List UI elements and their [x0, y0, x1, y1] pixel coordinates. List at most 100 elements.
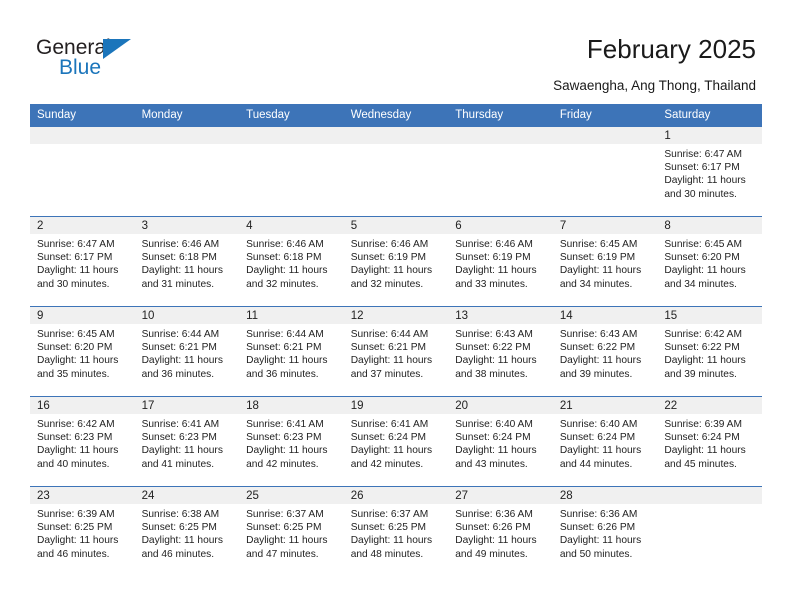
- sunrise-text: Sunrise: 6:43 AM: [455, 329, 533, 340]
- daylight-text-line2: and 39 minutes.: [664, 368, 737, 380]
- calendar-day-cell-empty: [239, 126, 344, 217]
- day-number: 23: [30, 487, 135, 504]
- calendar-day-cell[interactable]: 28 Sunrise: 6:36 AM Sunset: 6:26 PM Dayligh…: [552, 486, 658, 577]
- daylight-text-line2: and 35 minutes.: [37, 368, 110, 380]
- sunrise-text: Sunrise: 6:42 AM: [37, 419, 115, 430]
- daylight-text-line1: Daylight: 11 hours: [455, 355, 537, 367]
- daylight-text-line2: and 38 minutes.: [455, 368, 528, 380]
- sunset-text: Sunset: 6:24 PM: [455, 432, 531, 444]
- sunset-text: Sunset: 6:20 PM: [664, 252, 740, 264]
- day-number: [343, 127, 449, 144]
- daylight-text-line2: and 46 minutes.: [37, 548, 110, 560]
- day-sun-info: Sunrise: 6:43 AM Sunset: 6:22 PM Daylight:…: [553, 324, 658, 381]
- calendar-day-cell[interactable]: 8 Sunrise: 6:45 AM Sunset: 6:20 PM Daylight…: [657, 216, 762, 307]
- calendar-day-cell[interactable]: 5 Sunrise: 6:46 AM Sunset: 6:19 PM Daylight…: [343, 216, 449, 307]
- calendar-day-cell[interactable]: 21 Sunrise: 6:40 AM Sunset: 6:24 PM Dayligh…: [552, 396, 658, 487]
- calendar-day-cell[interactable]: 3 Sunrise: 6:46 AM Sunset: 6:18 PM Daylight…: [134, 216, 240, 307]
- calendar-body: 1 Sunrise: 6:47 AM Sunset: 6:17 PM Daylight…: [30, 126, 762, 577]
- calendar-day-cell[interactable]: 24 Sunrise: 6:38 AM Sunset: 6:25 PM Dayligh…: [134, 486, 240, 577]
- day-sun-info: Sunrise: 6:36 AM Sunset: 6:26 PM Daylight:…: [553, 504, 658, 561]
- daylight-text-line2: and 32 minutes.: [350, 278, 424, 290]
- daylight-text-line2: and 41 minutes.: [141, 458, 215, 470]
- calendar-day-cell[interactable]: 20 Sunrise: 6:40 AM Sunset: 6:24 PM Dayligh…: [448, 396, 553, 487]
- calendar-day-cell[interactable]: 15 Sunrise: 6:42 AM Sunset: 6:22 PM Dayligh…: [657, 306, 762, 397]
- sunset-text: Sunset: 6:26 PM: [455, 522, 531, 534]
- daylight-text-line1: Daylight: 11 hours: [664, 445, 746, 457]
- sunset-text: Sunset: 6:21 PM: [246, 342, 322, 354]
- sunset-text: Sunset: 6:21 PM: [350, 342, 427, 354]
- day-number: [552, 127, 658, 144]
- daylight-text-line1: Daylight: 11 hours: [246, 445, 328, 457]
- calendar-grid: Sunday Monday Tuesday Wednesday Thursday…: [30, 104, 762, 577]
- day-number: 16: [30, 397, 135, 414]
- calendar-day-cell-empty: [657, 486, 762, 577]
- sunset-text: Sunset: 6:25 PM: [37, 522, 113, 534]
- sunset-text: Sunset: 6:25 PM: [350, 522, 427, 534]
- calendar-day-cell[interactable]: 23 Sunrise: 6:39 AM Sunset: 6:25 PM Dayligh…: [30, 486, 135, 577]
- calendar-day-cell[interactable]: 18 Sunrise: 6:41 AM Sunset: 6:23 PM Dayligh…: [239, 396, 344, 487]
- day-number: 8: [657, 217, 762, 234]
- day-sun-info: Sunrise: 6:37 AM Sunset: 6:25 PM Daylight:…: [344, 504, 449, 561]
- calendar-day-cell[interactable]: 1 Sunrise: 6:47 AM Sunset: 6:17 PM Daylight…: [657, 126, 762, 217]
- calendar-day-cell[interactable]: 6 Sunrise: 6:46 AM Sunset: 6:19 PM Daylight…: [448, 216, 553, 307]
- calendar-week-row: 23 Sunrise: 6:39 AM Sunset: 6:25 PM Dayligh…: [30, 486, 762, 577]
- sunrise-text: Sunrise: 6:46 AM: [141, 239, 220, 250]
- calendar-day-cell[interactable]: 11 Sunrise: 6:44 AM Sunset: 6:21 PM Dayligh…: [239, 306, 344, 397]
- daylight-text-line1: Daylight: 11 hours: [350, 445, 433, 457]
- weekday-header-friday: Friday: [552, 104, 658, 127]
- calendar-day-cell-empty: [134, 126, 240, 217]
- day-sun-info: Sunrise: 6:44 AM Sunset: 6:21 PM Daylight:…: [344, 324, 449, 381]
- day-sun-info: Sunrise: 6:37 AM Sunset: 6:25 PM Daylight:…: [239, 504, 344, 561]
- daylight-text-line1: Daylight: 11 hours: [559, 445, 642, 457]
- day-number: [448, 127, 553, 144]
- daylight-text-line2: and 34 minutes.: [559, 278, 633, 290]
- calendar-day-cell[interactable]: 14 Sunrise: 6:43 AM Sunset: 6:22 PM Dayligh…: [552, 306, 658, 397]
- day-number: 10: [134, 307, 240, 324]
- calendar-day-cell[interactable]: 12 Sunrise: 6:44 AM Sunset: 6:21 PM Dayligh…: [343, 306, 449, 397]
- calendar-day-cell[interactable]: 16 Sunrise: 6:42 AM Sunset: 6:23 PM Dayligh…: [30, 396, 135, 487]
- sunset-text: Sunset: 6:23 PM: [141, 432, 217, 444]
- day-number: 15: [657, 307, 762, 324]
- general-blue-logo[interactable]: General Blue: [36, 36, 156, 84]
- daylight-text-line2: and 40 minutes.: [37, 458, 110, 470]
- calendar-page: General Blue February 2025 Sawaengha, An…: [0, 0, 792, 612]
- day-sun-info: Sunrise: 6:45 AM Sunset: 6:20 PM Daylight:…: [30, 324, 135, 381]
- daylight-text-line2: and 48 minutes.: [350, 548, 424, 560]
- calendar-day-cell[interactable]: 22 Sunrise: 6:39 AM Sunset: 6:24 PM Dayligh…: [657, 396, 762, 487]
- calendar-day-cell[interactable]: 25 Sunrise: 6:37 AM Sunset: 6:25 PM Dayligh…: [239, 486, 344, 577]
- day-number: 5: [343, 217, 449, 234]
- calendar-day-cell[interactable]: 4 Sunrise: 6:46 AM Sunset: 6:18 PM Daylight…: [239, 216, 344, 307]
- daylight-text-line2: and 49 minutes.: [455, 548, 528, 560]
- calendar-day-cell[interactable]: 9 Sunrise: 6:45 AM Sunset: 6:20 PM Daylight…: [30, 306, 135, 397]
- logo-text-blue: Blue: [59, 56, 102, 79]
- calendar-day-cell[interactable]: 17 Sunrise: 6:41 AM Sunset: 6:23 PM Dayligh…: [134, 396, 240, 487]
- daylight-text-line2: and 30 minutes.: [664, 188, 737, 200]
- calendar-day-cell[interactable]: 2 Sunrise: 6:47 AM Sunset: 6:17 PM Daylight…: [30, 216, 135, 307]
- daylight-text-line2: and 31 minutes.: [141, 278, 215, 290]
- day-number: 24: [134, 487, 240, 504]
- sunset-text: Sunset: 6:24 PM: [559, 432, 636, 444]
- daylight-text-line1: Daylight: 11 hours: [246, 355, 328, 367]
- sunset-text: Sunset: 6:23 PM: [246, 432, 322, 444]
- calendar-day-cell[interactable]: 10 Sunrise: 6:44 AM Sunset: 6:21 PM Dayligh…: [134, 306, 240, 397]
- sunset-text: Sunset: 6:17 PM: [37, 252, 113, 264]
- daylight-text-line1: Daylight: 11 hours: [141, 265, 223, 277]
- calendar-day-cell[interactable]: 19 Sunrise: 6:41 AM Sunset: 6:24 PM Dayligh…: [343, 396, 449, 487]
- calendar-day-cell[interactable]: 7 Sunrise: 6:45 AM Sunset: 6:19 PM Daylight…: [552, 216, 658, 307]
- sunset-text: Sunset: 6:22 PM: [664, 342, 740, 354]
- day-number: 4: [239, 217, 344, 234]
- calendar-day-cell[interactable]: 27 Sunrise: 6:36 AM Sunset: 6:26 PM Dayligh…: [448, 486, 553, 577]
- daylight-text-line2: and 36 minutes.: [141, 368, 215, 380]
- sunrise-text: Sunrise: 6:44 AM: [350, 329, 429, 340]
- day-sun-info: Sunrise: 6:39 AM Sunset: 6:25 PM Daylight:…: [30, 504, 135, 561]
- daylight-text-line2: and 33 minutes.: [455, 278, 528, 290]
- sunrise-text: Sunrise: 6:46 AM: [246, 239, 324, 250]
- sunrise-text: Sunrise: 6:38 AM: [141, 509, 220, 520]
- calendar-day-cell-empty: [30, 126, 135, 217]
- daylight-text-line1: Daylight: 11 hours: [350, 265, 433, 277]
- daylight-text-line1: Daylight: 11 hours: [37, 265, 119, 277]
- daylight-text-line2: and 39 minutes.: [559, 368, 633, 380]
- calendar-day-cell[interactable]: 26 Sunrise: 6:37 AM Sunset: 6:25 PM Dayligh…: [343, 486, 449, 577]
- calendar-day-cell[interactable]: 13 Sunrise: 6:43 AM Sunset: 6:22 PM Dayligh…: [448, 306, 553, 397]
- daylight-text-line2: and 47 minutes.: [246, 548, 319, 560]
